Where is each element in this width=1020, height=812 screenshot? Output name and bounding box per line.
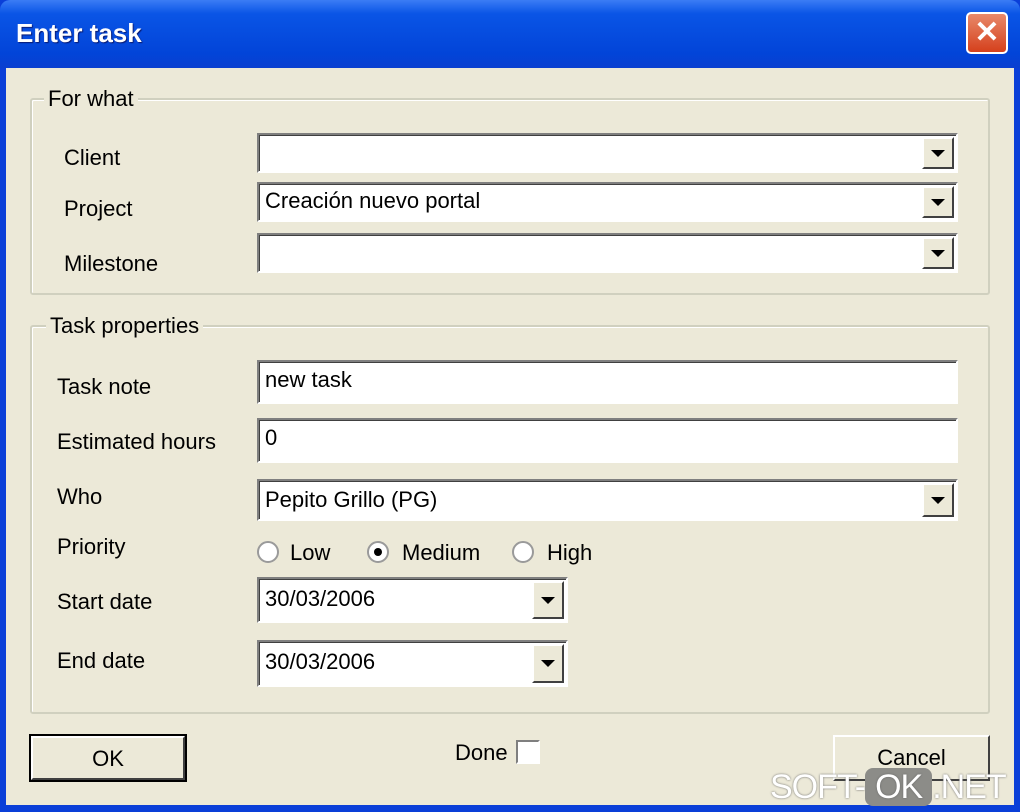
- end-date-value: 30/03/2006: [265, 649, 376, 674]
- window-title: Enter task: [16, 18, 142, 48]
- chevron-down-icon[interactable]: [922, 483, 954, 517]
- ok-button[interactable]: OK: [29, 734, 187, 782]
- priority-medium-radio[interactable]: [367, 541, 389, 563]
- watermark-right: .NET: [932, 768, 1006, 806]
- client-label: Client: [64, 145, 121, 170]
- priority-high-label[interactable]: High: [547, 540, 592, 566]
- who-combo[interactable]: Pepito Grillo (PG): [257, 479, 958, 521]
- chevron-down-icon[interactable]: [532, 644, 564, 683]
- close-icon: ✕: [974, 16, 1000, 49]
- for-what-legend: For what: [44, 86, 138, 112]
- chevron-down-icon[interactable]: [922, 137, 954, 169]
- project-combo[interactable]: Creación nuevo portal: [257, 182, 958, 222]
- client-combo[interactable]: [257, 133, 958, 173]
- priority-low-label[interactable]: Low: [290, 540, 330, 566]
- chevron-down-icon[interactable]: [922, 237, 954, 269]
- start-date-value: 30/03/2006: [265, 586, 376, 611]
- start-date-picker[interactable]: 30/03/2006: [257, 577, 568, 623]
- start-date-label: Start date: [57, 589, 153, 614]
- watermark-left: SOFT-: [770, 768, 866, 806]
- close-button[interactable]: ✕: [966, 12, 1008, 54]
- milestone-combo[interactable]: [257, 233, 958, 273]
- done-checkbox[interactable]: [516, 740, 540, 764]
- task-properties-legend: Task properties: [46, 313, 204, 339]
- project-label: Project: [64, 196, 133, 221]
- priority-medium-label[interactable]: Medium: [402, 540, 480, 566]
- who-value: Pepito Grillo (PG): [265, 487, 438, 512]
- priority-high-radio[interactable]: [512, 541, 534, 563]
- end-date-picker[interactable]: 30/03/2006: [257, 640, 568, 687]
- estimated-hours-input[interactable]: 0: [257, 418, 958, 463]
- end-date-label: End date: [57, 648, 146, 673]
- chevron-down-icon[interactable]: [922, 186, 954, 218]
- project-value: Creación nuevo portal: [265, 188, 481, 213]
- task-note-input[interactable]: new task: [257, 360, 958, 404]
- task-note-label: Task note: [57, 374, 152, 399]
- estimated-hours-label: Estimated hours: [57, 429, 216, 454]
- milestone-label: Milestone: [64, 251, 159, 276]
- done-label: Done: [455, 740, 508, 765]
- priority-label: Priority: [57, 534, 126, 559]
- watermark-mid: OK: [865, 768, 933, 806]
- priority-low-radio[interactable]: [257, 541, 279, 563]
- watermark: SOFT- OK .NET: [770, 768, 1007, 807]
- title-bar: Enter task ✕: [0, 0, 1020, 68]
- chevron-down-icon[interactable]: [532, 581, 564, 619]
- who-label: Who: [57, 484, 103, 509]
